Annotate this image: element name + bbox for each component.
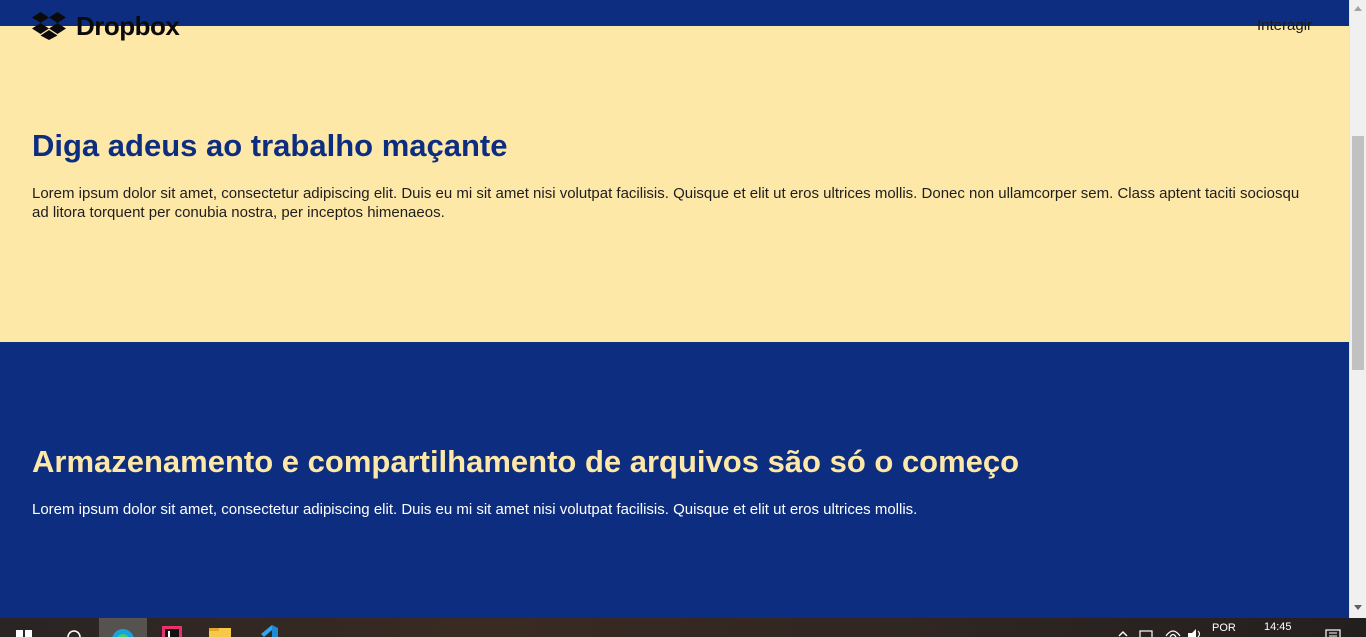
tray-volume-icon[interactable] — [1186, 624, 1204, 637]
scroll-up-arrow-icon[interactable] — [1354, 6, 1362, 11]
search-button[interactable] — [58, 618, 90, 637]
tray-wifi-icon[interactable] — [1164, 624, 1182, 637]
features-paragraph: Lorem ipsum dolor sit amet, consectetur … — [32, 501, 918, 518]
dropbox-logo[interactable]: Dropbox — [32, 10, 180, 42]
tray-chevron-up-icon[interactable] — [1117, 626, 1129, 637]
taskbar-file-explorer[interactable] — [201, 618, 239, 637]
file-explorer-icon — [209, 628, 231, 637]
tray-battery-icon[interactable] — [1139, 627, 1155, 637]
dropbox-icon — [32, 12, 66, 40]
start-icon — [16, 630, 32, 637]
notifications-icon[interactable] — [1325, 627, 1341, 637]
vertical-scrollbar[interactable] — [1349, 0, 1366, 618]
features-heading: Armazenamento e compartilhamento de arqu… — [32, 444, 1020, 479]
scroll-down-arrow-icon[interactable] — [1354, 605, 1362, 610]
hero-heading: Diga adeus ao trabalho maçante — [32, 128, 508, 163]
taskbar-edge[interactable] — [99, 618, 147, 637]
search-icon — [67, 630, 81, 637]
page: Dropbox Interagir Diga adeus ao trabalho… — [0, 0, 1349, 618]
header-bar — [0, 0, 1349, 26]
vscode-icon — [261, 625, 278, 637]
language-indicator[interactable]: POR — [1212, 622, 1236, 634]
start-button[interactable] — [8, 618, 40, 637]
taskbar-vscode[interactable] — [249, 618, 287, 637]
taskbar: POR 14:45 — [0, 618, 1366, 637]
taskbar-intellij[interactable] — [153, 618, 191, 637]
clock-time[interactable]: 14:45 — [1264, 621, 1292, 633]
edge-browser-icon — [112, 629, 134, 637]
intellij-icon — [162, 626, 182, 637]
scroll-thumb[interactable] — [1352, 136, 1364, 370]
nav-link-interagir[interactable]: Interagir — [1257, 17, 1312, 34]
hero-paragraph: Lorem ipsum dolor sit amet, consectetur … — [32, 185, 1300, 221]
logo-text: Dropbox — [76, 11, 180, 41]
